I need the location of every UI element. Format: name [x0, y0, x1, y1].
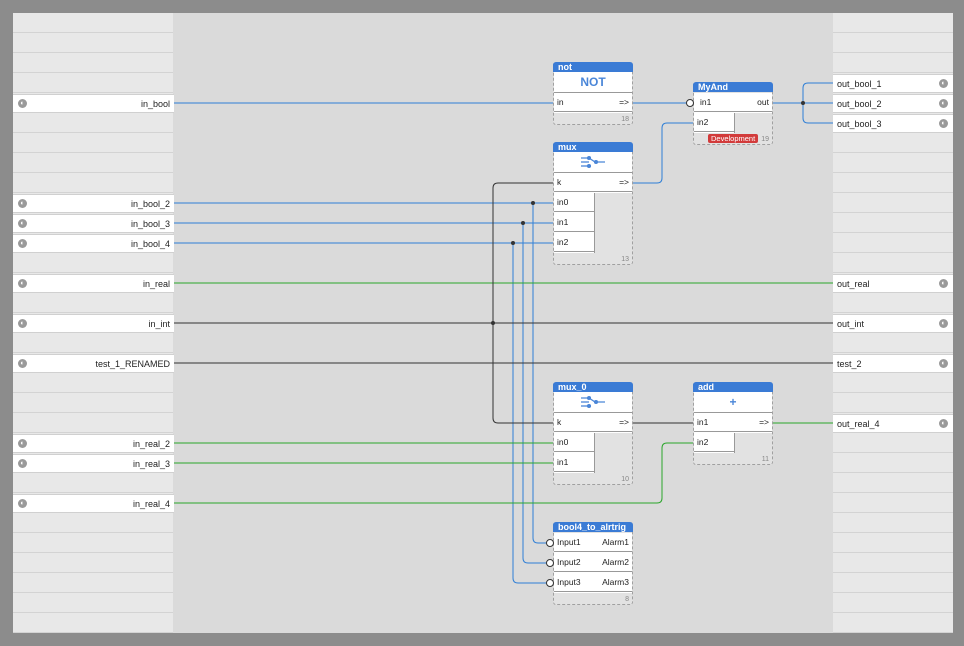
negation-circle: [546, 559, 554, 567]
negation-circle: [546, 539, 554, 547]
output-pin[interactable]: =>: [594, 173, 632, 192]
block-id: 8: [625, 596, 629, 603]
block-inputs: in1 in2: [694, 413, 735, 453]
block-outputs: =>: [594, 173, 632, 193]
block-title: mux: [553, 142, 633, 152]
block-mux[interactable]: mux k in0 in1 in2 => 13: [553, 142, 633, 265]
not-symbol: NOT: [554, 72, 632, 93]
wire-out-bool-3: [802, 103, 833, 124]
junction-dot: [491, 321, 495, 325]
output-pin[interactable]: Alarm2: [594, 553, 632, 572]
input-pin[interactable]: in0: [554, 193, 594, 212]
junction-dot: [511, 241, 515, 245]
input-pin[interactable]: Input3: [554, 573, 594, 592]
block-title: bool4_to_alrtrig: [553, 522, 633, 532]
block-outputs: =>: [734, 413, 772, 433]
block-id: 11: [761, 456, 769, 463]
block-inputs: Input1 Input2 Input3: [554, 533, 595, 593]
block-bool4-to-alrtrig[interactable]: bool4_to_alrtrig Input1 Input2 Input3 Al…: [553, 522, 633, 605]
input-pin[interactable]: in2: [694, 113, 734, 132]
block-inputs: in: [554, 93, 595, 113]
block-not[interactable]: not NOT in => 18: [553, 62, 633, 125]
input-pin[interactable]: in: [554, 93, 594, 112]
negation-circle: [546, 579, 554, 587]
output-pin[interactable]: Alarm1: [594, 533, 632, 552]
block-outputs: out: [734, 93, 772, 113]
connection-wires: [174, 82, 833, 584]
input-pin[interactable]: k: [554, 173, 594, 192]
block-id: 10: [621, 476, 629, 483]
block-title: add: [693, 382, 773, 392]
wire-mux-to-myand: [633, 122, 693, 184]
junction-dot: [531, 201, 535, 205]
output-pin[interactable]: out: [734, 93, 772, 112]
block-outputs: Alarm1 Alarm2 Alarm3: [594, 533, 632, 593]
plus-symbol: +: [694, 392, 772, 413]
output-pin[interactable]: =>: [594, 413, 632, 432]
input-pin[interactable]: in1: [694, 93, 734, 112]
block-myand[interactable]: MyAnd in1 in2 out Development 19: [693, 82, 773, 145]
wire-bool3-to-input2: [522, 223, 548, 564]
block-outputs: =>: [594, 413, 632, 433]
input-pin[interactable]: Input2: [554, 553, 594, 572]
junction-dot: [801, 101, 805, 105]
input-pin[interactable]: in1: [554, 213, 594, 232]
block-add[interactable]: add + in1 in2 => 11: [693, 382, 773, 465]
block-title: not: [553, 62, 633, 72]
input-pin[interactable]: in1: [554, 453, 594, 472]
switch-icon: [554, 152, 632, 173]
wire-bool4-to-input3: [512, 243, 548, 584]
input-pin[interactable]: in0: [554, 433, 594, 452]
input-pin[interactable]: in2: [554, 233, 594, 252]
block-title: mux_0: [553, 382, 633, 392]
input-pin[interactable]: in1: [694, 413, 734, 432]
block-mux-0[interactable]: mux_0 k in0 in1 => 10: [553, 382, 633, 485]
input-pin[interactable]: k: [554, 413, 594, 432]
input-pin[interactable]: Input1: [554, 533, 594, 552]
block-id: 19: [761, 136, 769, 143]
block-outputs: =>: [594, 93, 632, 113]
output-pin[interactable]: =>: [734, 413, 772, 432]
switch-icon: [554, 392, 632, 413]
wire-out-bool-1: [802, 82, 833, 103]
output-pin[interactable]: =>: [594, 93, 632, 112]
wire-bool2-to-input1: [532, 203, 548, 544]
block-inputs: in1 in2: [694, 93, 735, 133]
block-title: MyAnd: [693, 82, 773, 92]
block-inputs: k in0 in1: [554, 413, 595, 473]
development-badge: Development: [708, 134, 759, 143]
input-pin[interactable]: in2: [694, 433, 734, 452]
junction-dot: [521, 221, 525, 225]
output-pin[interactable]: Alarm3: [594, 573, 632, 592]
block-inputs: k in0 in1 in2: [554, 173, 595, 253]
negation-circle: [686, 99, 694, 107]
block-id: 13: [621, 256, 629, 263]
block-id: 18: [621, 116, 629, 123]
